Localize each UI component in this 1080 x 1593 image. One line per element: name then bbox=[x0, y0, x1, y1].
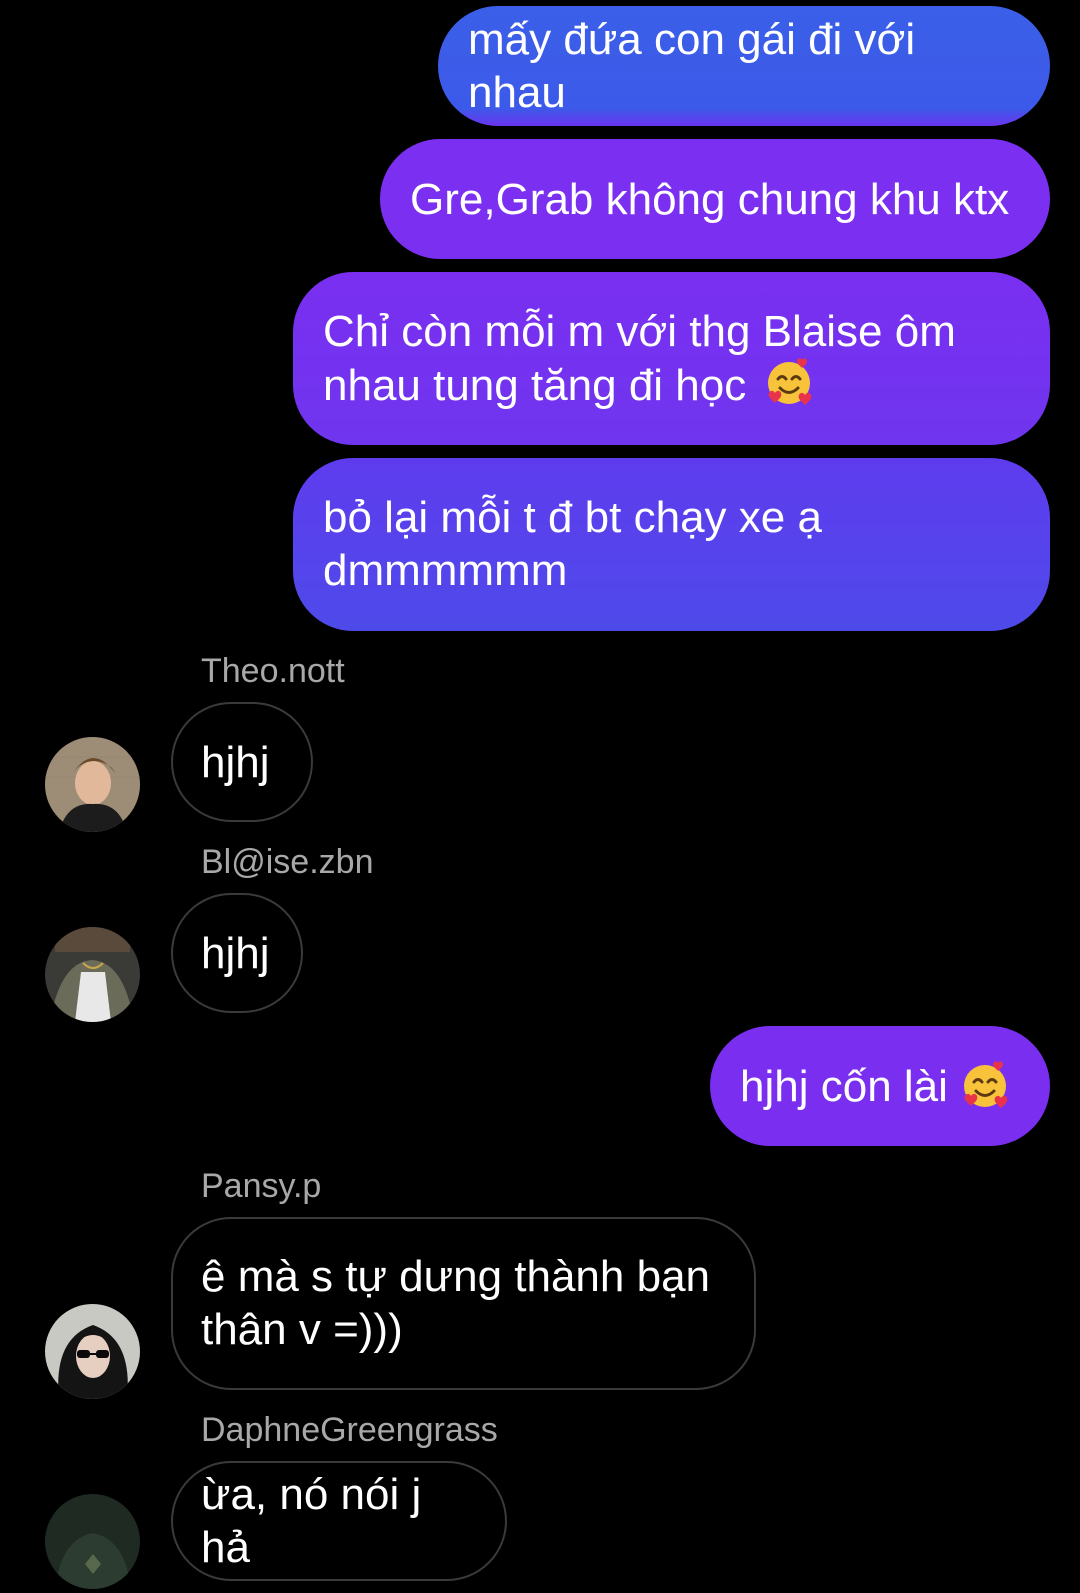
message-text: Gre,Grab không chung khu ktx bbox=[410, 174, 1010, 224]
chat-thread[interactable]: mấy đứa con gái đi với nhau Gre,Grab khô… bbox=[0, 0, 1080, 1593]
avatar-image bbox=[45, 737, 140, 832]
incoming-message[interactable]: hjhj bbox=[171, 893, 303, 1013]
message-text-line: thân v =))) bbox=[201, 1305, 403, 1354]
outgoing-message[interactable]: mấy đứa con gái đi với nhau bbox=[438, 6, 1050, 126]
message-text-line: ê mà s tự dưng thành bạn bbox=[201, 1252, 711, 1301]
message-text: hjhj bbox=[201, 737, 270, 787]
outgoing-message[interactable]: hjhj cốn lài bbox=[710, 1026, 1050, 1146]
avatar[interactable] bbox=[45, 1494, 140, 1589]
incoming-message[interactable]: ê mà s tự dưng thành bạn thân v =))) bbox=[171, 1217, 756, 1390]
message-text: hjhj cốn lài bbox=[740, 1061, 948, 1111]
message-text: ừa, nó nói j hả bbox=[201, 1470, 422, 1572]
message-text-line: nhau tung tăng đi học bbox=[323, 361, 747, 410]
avatar-image bbox=[45, 927, 140, 1022]
sender-name: Pansy.p bbox=[201, 1167, 322, 1205]
message-text-line: Chỉ còn mỗi m với thg Blaise ôm bbox=[323, 307, 956, 356]
avatar[interactable] bbox=[45, 737, 140, 832]
avatar[interactable] bbox=[45, 1304, 140, 1399]
message-text: hjhj bbox=[201, 928, 270, 978]
outgoing-message[interactable]: Chỉ còn mỗi m với thg Blaise ôm nhau tun… bbox=[293, 272, 1050, 445]
sender-name: DaphneGreengrass bbox=[201, 1411, 498, 1449]
message-text-line: dmmmmmm bbox=[323, 546, 568, 595]
message-text-line: bỏ lại mỗi t đ bt chạy xe ạ bbox=[323, 493, 822, 542]
outgoing-message[interactable]: Gre,Grab không chung khu ktx bbox=[380, 139, 1050, 259]
smiling-face-with-hearts-icon bbox=[963, 1061, 1008, 1108]
sender-name: Bl@ise.zbn bbox=[201, 843, 374, 881]
outgoing-message[interactable]: bỏ lại mỗi t đ bt chạy xe ạ dmmmmmm bbox=[293, 458, 1050, 631]
message-text: mấy đứa con gái đi với nhau bbox=[468, 15, 916, 117]
avatar[interactable] bbox=[45, 927, 140, 1022]
incoming-message[interactable]: ừa, nó nói j hả bbox=[171, 1461, 507, 1581]
avatar-image bbox=[45, 1304, 140, 1399]
avatar-image bbox=[45, 1494, 140, 1589]
smiling-face-with-hearts-icon bbox=[768, 358, 812, 405]
sender-name: Theo.nott bbox=[201, 652, 345, 690]
incoming-message[interactable]: hjhj bbox=[171, 702, 313, 822]
